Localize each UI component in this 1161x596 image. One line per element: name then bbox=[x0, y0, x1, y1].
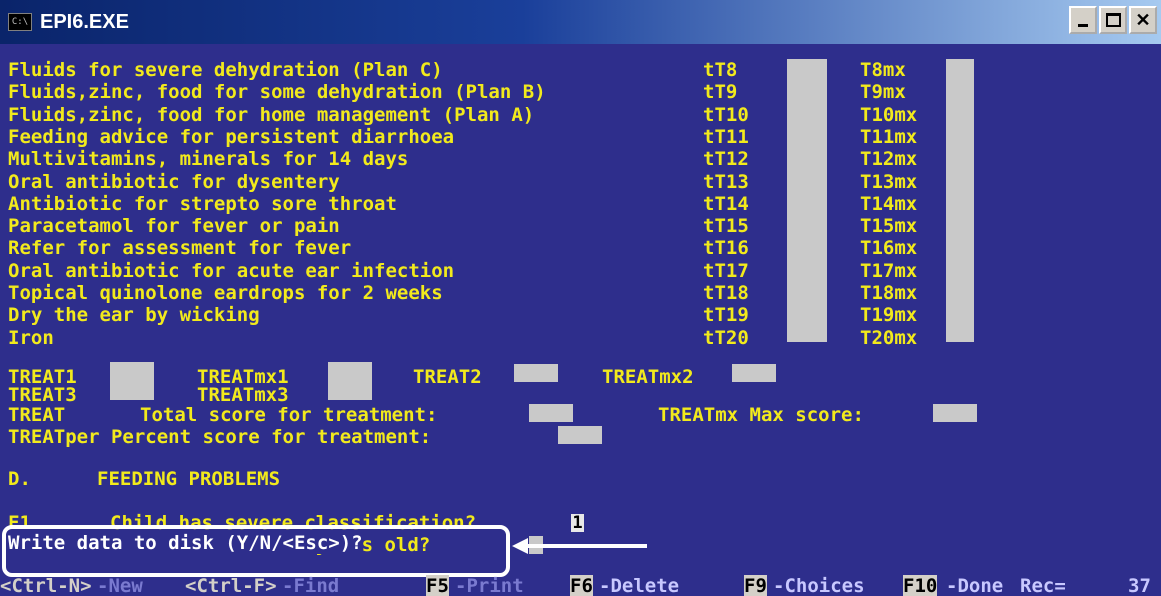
treatment-label: Refer for assessment for fever bbox=[8, 237, 352, 260]
maximize-icon bbox=[1105, 13, 1121, 27]
close-button[interactable]: ✕ bbox=[1129, 6, 1157, 34]
f1-value[interactable]: 1 bbox=[571, 514, 584, 532]
treatment-code: tT15 bbox=[703, 215, 749, 238]
treatment-code: tT12 bbox=[703, 148, 749, 171]
close-icon: ✕ bbox=[1135, 9, 1151, 30]
treat-description: Total score for treatment: bbox=[140, 404, 438, 426]
treatment-code: tT18 bbox=[703, 282, 749, 304]
treatment-max-code: T9mx bbox=[860, 81, 906, 104]
treatmx3-label: TREATmx3 bbox=[197, 384, 289, 406]
status-bar: <Ctrl-N> -New <Ctrl-F> -Find F5 -Print F… bbox=[0, 575, 1161, 596]
window-title: EPI6.EXE bbox=[40, 10, 129, 33]
score-input-column[interactable] bbox=[787, 59, 827, 342]
treat-field[interactable] bbox=[529, 404, 573, 422]
print-command[interactable]: -Print bbox=[455, 575, 524, 596]
treatment-max-code: T20mx bbox=[860, 326, 918, 349]
console-screen: Fluids for severe dehydration (Plan C) tT… bbox=[0, 44, 1161, 596]
treatment-code: tT20 bbox=[703, 326, 749, 349]
title-bar[interactable]: C:\ EPI6.EXE ✕ bbox=[0, 0, 1161, 44]
delete-command[interactable]: -Delete bbox=[599, 575, 679, 596]
treatment-label: Topical quinolone eardrops for 2 weeks bbox=[8, 282, 443, 304]
treat2-field[interactable] bbox=[514, 364, 558, 382]
treatment-max-code: T18mx bbox=[860, 282, 918, 304]
new-command[interactable]: -New bbox=[97, 575, 143, 596]
treatment-max-code: T19mx bbox=[860, 304, 918, 327]
treatment-code: tT11 bbox=[703, 125, 749, 148]
find-command[interactable]: -Find bbox=[282, 575, 339, 596]
treatment-max-code: T8mx bbox=[860, 59, 906, 81]
minimize-icon bbox=[1078, 23, 1088, 27]
treatment-label: Fluids for severe dehydration (Plan C) bbox=[8, 59, 443, 81]
treatment-label: Oral antibiotic for acute ear infection bbox=[8, 259, 455, 282]
treatment-label: Fluids,zinc, food for home management (P… bbox=[8, 103, 535, 126]
treatment-max-code: T17mx bbox=[860, 259, 918, 282]
treatper-label: TREATper Percent score for treatment: bbox=[8, 426, 432, 448]
treatment-max-code: T13mx bbox=[860, 170, 918, 193]
section-title: FEEDING PROBLEMS bbox=[97, 468, 281, 490]
ctrl-f-key[interactable]: <Ctrl-F> bbox=[185, 575, 277, 596]
f10-key[interactable]: F10 bbox=[903, 575, 938, 596]
f6-key[interactable]: F6 bbox=[570, 575, 593, 596]
section-letter: D. bbox=[8, 468, 31, 490]
treatmx2-label: TREATmx2 bbox=[602, 366, 694, 388]
treatment-label: Fluids,zinc, food for some dehydration (… bbox=[8, 81, 546, 104]
treatment-code: tT10 bbox=[703, 103, 749, 126]
treatment-code: tT14 bbox=[703, 192, 749, 215]
done-command[interactable]: -Done bbox=[946, 575, 1003, 596]
console-window: C:\ EPI6.EXE ✕ Fluids for severe dehydra… bbox=[0, 0, 1161, 596]
treatment-code: tT16 bbox=[703, 237, 749, 260]
minimize-button[interactable] bbox=[1069, 6, 1097, 34]
treatment-code: tT13 bbox=[703, 170, 749, 193]
treatmx1-field[interactable] bbox=[328, 362, 372, 400]
choices-command[interactable]: -Choices bbox=[773, 575, 865, 596]
treatment-code: tT17 bbox=[703, 259, 749, 282]
treat-label: TREAT bbox=[8, 404, 66, 426]
treatment-code: tT8 bbox=[703, 59, 738, 81]
treatment-max-code: T15mx bbox=[860, 215, 918, 238]
record-number: 37 bbox=[1128, 575, 1151, 596]
max-input-column[interactable] bbox=[946, 59, 974, 342]
maximize-button[interactable] bbox=[1099, 6, 1127, 34]
f5-key[interactable]: F5 bbox=[426, 575, 449, 596]
treatment-max-code: T14mx bbox=[860, 192, 918, 215]
f9-key[interactable]: F9 bbox=[744, 575, 767, 596]
treat1-field[interactable] bbox=[110, 362, 154, 400]
treatment-max-code: T12mx bbox=[860, 148, 918, 171]
arrow-icon bbox=[512, 538, 647, 554]
treatper-field[interactable] bbox=[558, 426, 602, 444]
treatment-code: tT19 bbox=[703, 304, 749, 327]
treatment-label: Iron bbox=[8, 326, 54, 349]
ctrl-n-key[interactable]: <Ctrl-N> bbox=[0, 575, 92, 596]
treat3-label: TREAT3 bbox=[8, 384, 77, 406]
treatment-label: Oral antibiotic for dysentery bbox=[8, 170, 340, 193]
treatmx2-field[interactable] bbox=[732, 364, 776, 382]
record-label: Rec= bbox=[1020, 575, 1066, 596]
treatment-max-code: T10mx bbox=[860, 103, 918, 126]
treatment-label: Multivitamins, minerals for 14 days bbox=[8, 148, 409, 171]
treatment-label: Paracetamol for fever or pain bbox=[8, 215, 340, 238]
console-icon: C:\ bbox=[8, 13, 32, 31]
treatment-label: Dry the ear by wicking bbox=[8, 304, 260, 327]
treat2-label: TREAT2 bbox=[413, 366, 482, 388]
treatment-max-code: T16mx bbox=[860, 237, 918, 260]
treatment-label: Antibiotic for strepto sore throat bbox=[8, 192, 397, 215]
treatmx-label: TREATmx Max score: bbox=[658, 404, 864, 426]
treatment-label: Feeding advice for persistent diarrhoea bbox=[8, 125, 455, 148]
treatment-code: tT9 bbox=[703, 81, 738, 104]
treatment-max-code: T11mx bbox=[860, 125, 918, 148]
treatmx-field[interactable] bbox=[933, 404, 977, 422]
highlight-box bbox=[2, 525, 510, 577]
